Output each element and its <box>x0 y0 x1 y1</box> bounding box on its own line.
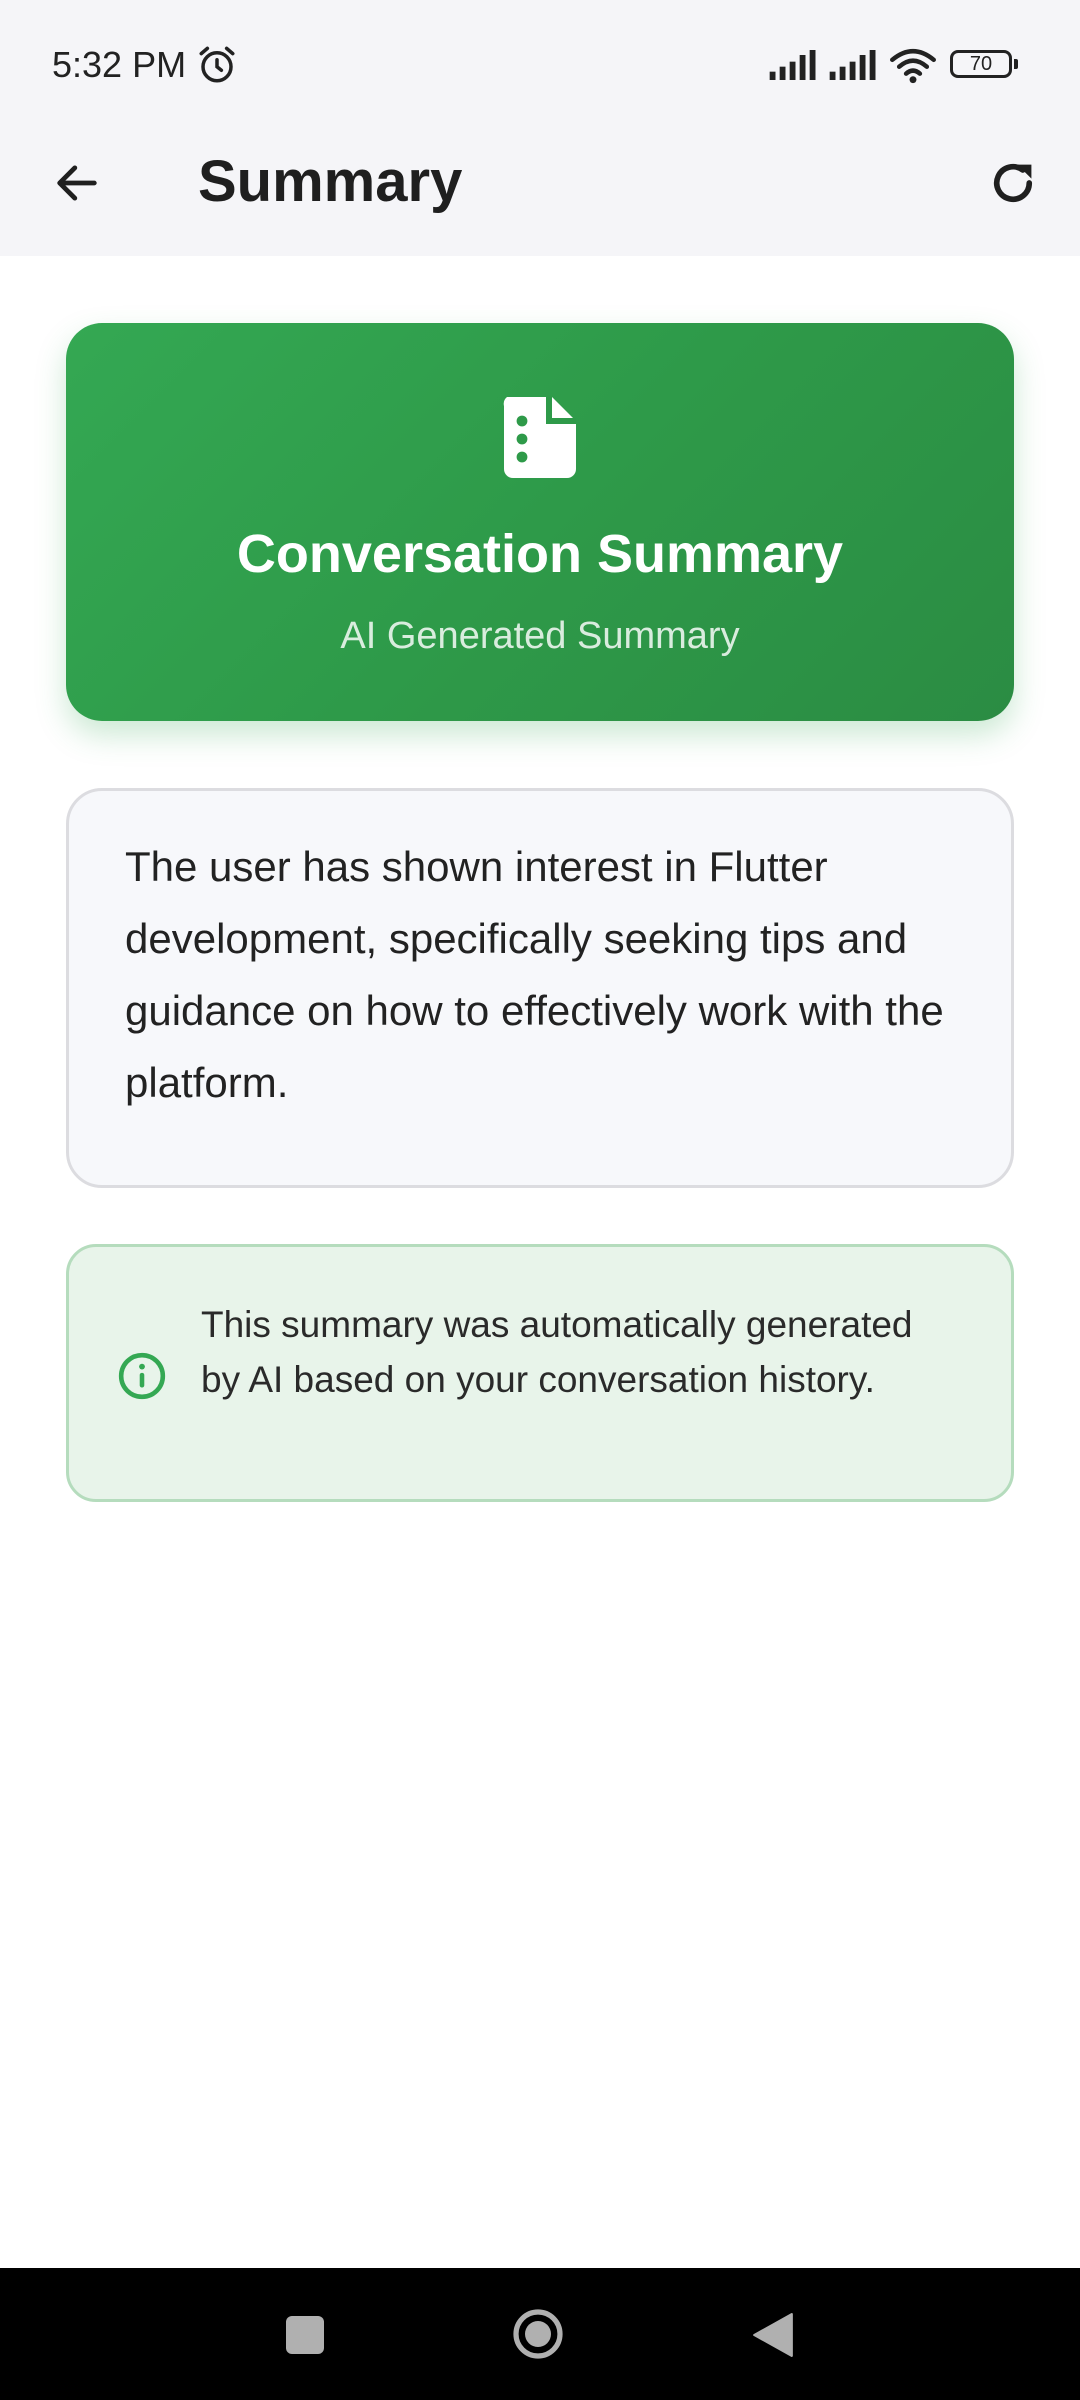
signal-icon <box>769 50 816 80</box>
back-icon[interactable] <box>752 2312 794 2358</box>
wifi-icon <box>890 48 936 84</box>
page-title: Summary <box>198 149 463 214</box>
summary-text-card: The user has shown interest in Flutter d… <box>66 788 1014 1188</box>
status-bar: 5:32 PM 70 <box>0 0 1080 130</box>
refresh-button[interactable] <box>980 150 1046 216</box>
recents-icon[interactable] <box>286 2316 324 2354</box>
status-time: 5:32 PM <box>52 44 187 85</box>
battery-level: 70 <box>950 50 1012 78</box>
info-icon <box>118 1352 166 1400</box>
summary-header-card: Conversation Summary AI Generated Summar… <box>66 323 1014 721</box>
app-bar: Summary <box>0 130 1080 256</box>
battery-tip <box>1014 59 1018 69</box>
arrow-left-icon <box>57 165 97 201</box>
signal-icon <box>829 50 876 80</box>
info-note: This summary was automatically generated… <box>66 1244 1014 1502</box>
summary-text: The user has shown interest in Flutter d… <box>125 843 944 1106</box>
refresh-icon <box>993 163 1033 203</box>
home-icon[interactable] <box>512 2308 564 2360</box>
info-text: This summary was automatically generated… <box>201 1304 913 1400</box>
battery-icon: 70 <box>950 50 1018 82</box>
document-icon <box>503 397 576 478</box>
back-button[interactable] <box>44 150 110 216</box>
card-subtitle: AI Generated Summary <box>340 615 740 657</box>
card-title: Conversation Summary <box>236 524 844 584</box>
system-nav-bar <box>0 2268 1080 2400</box>
alarm-icon <box>199 46 235 83</box>
